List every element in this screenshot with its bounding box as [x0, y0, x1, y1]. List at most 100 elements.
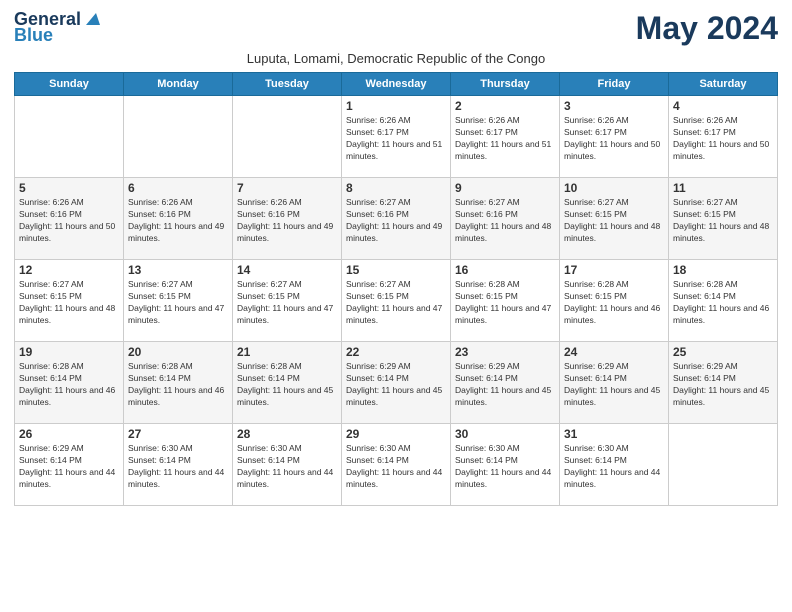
- day-number: 22: [346, 345, 446, 359]
- day-info: Sunrise: 6:28 AMSunset: 6:15 PMDaylight:…: [564, 279, 664, 327]
- day-info: Sunrise: 6:28 AMSunset: 6:14 PMDaylight:…: [237, 361, 337, 409]
- day-number: 23: [455, 345, 555, 359]
- day-number: 19: [19, 345, 119, 359]
- table-row: 14 Sunrise: 6:27 AMSunset: 6:15 PMDayligh…: [233, 260, 342, 342]
- page: General Blue May 2024 Luputa, Lomami, De…: [0, 0, 792, 612]
- day-number: 4: [673, 99, 773, 113]
- calendar-week-3: 12 Sunrise: 6:27 AMSunset: 6:15 PMDayligh…: [15, 260, 778, 342]
- day-info: Sunrise: 6:29 AMSunset: 6:14 PMDaylight:…: [19, 443, 119, 491]
- col-thursday: Thursday: [451, 73, 560, 96]
- logo: General Blue: [14, 10, 100, 46]
- month-title: May 2024: [636, 10, 778, 47]
- table-row: [124, 96, 233, 178]
- day-number: 3: [564, 99, 664, 113]
- table-row: 8 Sunrise: 6:27 AMSunset: 6:16 PMDaylight…: [342, 178, 451, 260]
- day-number: 28: [237, 427, 337, 441]
- day-info: Sunrise: 6:29 AMSunset: 6:14 PMDaylight:…: [564, 361, 664, 409]
- logo-blue: Blue: [14, 26, 100, 46]
- calendar-week-2: 5Sunrise: 6:26 AMSunset: 6:16 PMDaylight…: [15, 178, 778, 260]
- table-row: 27Sunrise: 6:30 AMSunset: 6:14 PMDayligh…: [124, 424, 233, 506]
- table-row: [15, 96, 124, 178]
- table-row: 22Sunrise: 6:29 AMSunset: 6:14 PMDayligh…: [342, 342, 451, 424]
- table-row: 5Sunrise: 6:26 AMSunset: 6:16 PMDaylight…: [15, 178, 124, 260]
- table-row: 15 Sunrise: 6:27 AMSunset: 6:15 PMDayligh…: [342, 260, 451, 342]
- table-row: [233, 96, 342, 178]
- day-number: 9: [455, 181, 555, 195]
- col-saturday: Saturday: [669, 73, 778, 96]
- table-row: 31Sunrise: 6:30 AMSunset: 6:14 PMDayligh…: [560, 424, 669, 506]
- day-info: Sunrise: 6:27 AMSunset: 6:15 PMDaylight:…: [237, 279, 337, 327]
- table-row: 23 Sunrise: 6:29 AMSunset: 6:14 PMDayligh…: [451, 342, 560, 424]
- day-info: Sunrise: 6:27 AMSunset: 6:15 PMDaylight:…: [346, 279, 446, 327]
- table-row: 12 Sunrise: 6:27 AMSunset: 6:15 PMDayligh…: [15, 260, 124, 342]
- day-number: 30: [455, 427, 555, 441]
- table-row: 18Sunrise: 6:28 AMSunset: 6:14 PMDayligh…: [669, 260, 778, 342]
- day-info: Sunrise: 6:26 AMSunset: 6:16 PMDaylight:…: [237, 197, 337, 245]
- header: General Blue May 2024: [14, 10, 778, 47]
- day-info: Sunrise: 6:27 AMSunset: 6:16 PMDaylight:…: [455, 197, 555, 245]
- logo-triangle-icon: [82, 9, 100, 27]
- table-row: 7Sunrise: 6:26 AMSunset: 6:16 PMDaylight…: [233, 178, 342, 260]
- day-info: Sunrise: 6:30 AMSunset: 6:14 PMDaylight:…: [346, 443, 446, 491]
- table-row: 2Sunrise: 6:26 AMSunset: 6:17 PMDaylight…: [451, 96, 560, 178]
- day-info: Sunrise: 6:29 AMSunset: 6:14 PMDaylight:…: [673, 361, 773, 409]
- table-row: 30 Sunrise: 6:30 AMSunset: 6:14 PMDayligh…: [451, 424, 560, 506]
- table-row: 13Sunrise: 6:27 AMSunset: 6:15 PMDayligh…: [124, 260, 233, 342]
- table-row: 1 Sunrise: 6:26 AMSunset: 6:17 PMDaylight…: [342, 96, 451, 178]
- day-info: Sunrise: 6:30 AMSunset: 6:14 PMDaylight:…: [237, 443, 337, 491]
- table-row: 19 Sunrise: 6:28 AMSunset: 6:14 PMDayligh…: [15, 342, 124, 424]
- day-number: 14: [237, 263, 337, 277]
- day-number: 27: [128, 427, 228, 441]
- day-info: Sunrise: 6:26 AMSunset: 6:17 PMDaylight:…: [346, 115, 446, 163]
- table-row: 26 Sunrise: 6:29 AMSunset: 6:14 PMDayligh…: [15, 424, 124, 506]
- table-row: 24 Sunrise: 6:29 AMSunset: 6:14 PMDayligh…: [560, 342, 669, 424]
- day-info: Sunrise: 6:27 AMSunset: 6:15 PMDaylight:…: [673, 197, 773, 245]
- table-row: 3 Sunrise: 6:26 AMSunset: 6:17 PMDaylight…: [560, 96, 669, 178]
- col-tuesday: Tuesday: [233, 73, 342, 96]
- table-row: 17Sunrise: 6:28 AMSunset: 6:15 PMDayligh…: [560, 260, 669, 342]
- subtitle: Luputa, Lomami, Democratic Republic of t…: [14, 51, 778, 66]
- day-number: 1: [346, 99, 446, 113]
- day-info: Sunrise: 6:30 AMSunset: 6:14 PMDaylight:…: [455, 443, 555, 491]
- table-row: 20Sunrise: 6:28 AMSunset: 6:14 PMDayligh…: [124, 342, 233, 424]
- table-row: 16 Sunrise: 6:28 AMSunset: 6:15 PMDayligh…: [451, 260, 560, 342]
- calendar-week-5: 26 Sunrise: 6:29 AMSunset: 6:14 PMDayligh…: [15, 424, 778, 506]
- day-info: Sunrise: 6:28 AMSunset: 6:15 PMDaylight:…: [455, 279, 555, 327]
- day-info: Sunrise: 6:26 AMSunset: 6:16 PMDaylight:…: [19, 197, 119, 245]
- day-number: 24: [564, 345, 664, 359]
- table-row: 25Sunrise: 6:29 AMSunset: 6:14 PMDayligh…: [669, 342, 778, 424]
- day-number: 12: [19, 263, 119, 277]
- table-row: 28 Sunrise: 6:30 AMSunset: 6:14 PMDayligh…: [233, 424, 342, 506]
- title-area: May 2024: [636, 10, 778, 47]
- day-number: 16: [455, 263, 555, 277]
- table-row: 4 Sunrise: 6:26 AMSunset: 6:17 PMDaylight…: [669, 96, 778, 178]
- day-number: 26: [19, 427, 119, 441]
- day-info: Sunrise: 6:28 AMSunset: 6:14 PMDaylight:…: [19, 361, 119, 409]
- table-row: 9 Sunrise: 6:27 AMSunset: 6:16 PMDaylight…: [451, 178, 560, 260]
- day-number: 21: [237, 345, 337, 359]
- day-number: 10: [564, 181, 664, 195]
- day-info: Sunrise: 6:26 AMSunset: 6:16 PMDaylight:…: [128, 197, 228, 245]
- day-number: 11: [673, 181, 773, 195]
- day-info: Sunrise: 6:26 AMSunset: 6:17 PMDaylight:…: [455, 115, 555, 163]
- table-row: 21 Sunrise: 6:28 AMSunset: 6:14 PMDayligh…: [233, 342, 342, 424]
- table-row: [669, 424, 778, 506]
- day-info: Sunrise: 6:27 AMSunset: 6:15 PMDaylight:…: [564, 197, 664, 245]
- day-number: 18: [673, 263, 773, 277]
- table-row: 29 Sunrise: 6:30 AMSunset: 6:14 PMDayligh…: [342, 424, 451, 506]
- day-info: Sunrise: 6:29 AMSunset: 6:14 PMDaylight:…: [455, 361, 555, 409]
- day-number: 8: [346, 181, 446, 195]
- table-row: 10 Sunrise: 6:27 AMSunset: 6:15 PMDayligh…: [560, 178, 669, 260]
- day-info: Sunrise: 6:27 AMSunset: 6:16 PMDaylight:…: [346, 197, 446, 245]
- day-info: Sunrise: 6:26 AMSunset: 6:17 PMDaylight:…: [673, 115, 773, 163]
- calendar-week-1: 1 Sunrise: 6:26 AMSunset: 6:17 PMDaylight…: [15, 96, 778, 178]
- day-info: Sunrise: 6:27 AMSunset: 6:15 PMDaylight:…: [19, 279, 119, 327]
- day-number: 15: [346, 263, 446, 277]
- col-monday: Monday: [124, 73, 233, 96]
- day-info: Sunrise: 6:26 AMSunset: 6:17 PMDaylight:…: [564, 115, 664, 163]
- calendar-header-row: Sunday Monday Tuesday Wednesday Thursday…: [15, 73, 778, 96]
- table-row: 11 Sunrise: 6:27 AMSunset: 6:15 PMDayligh…: [669, 178, 778, 260]
- day-number: 13: [128, 263, 228, 277]
- table-row: 6Sunrise: 6:26 AMSunset: 6:16 PMDaylight…: [124, 178, 233, 260]
- day-number: 29: [346, 427, 446, 441]
